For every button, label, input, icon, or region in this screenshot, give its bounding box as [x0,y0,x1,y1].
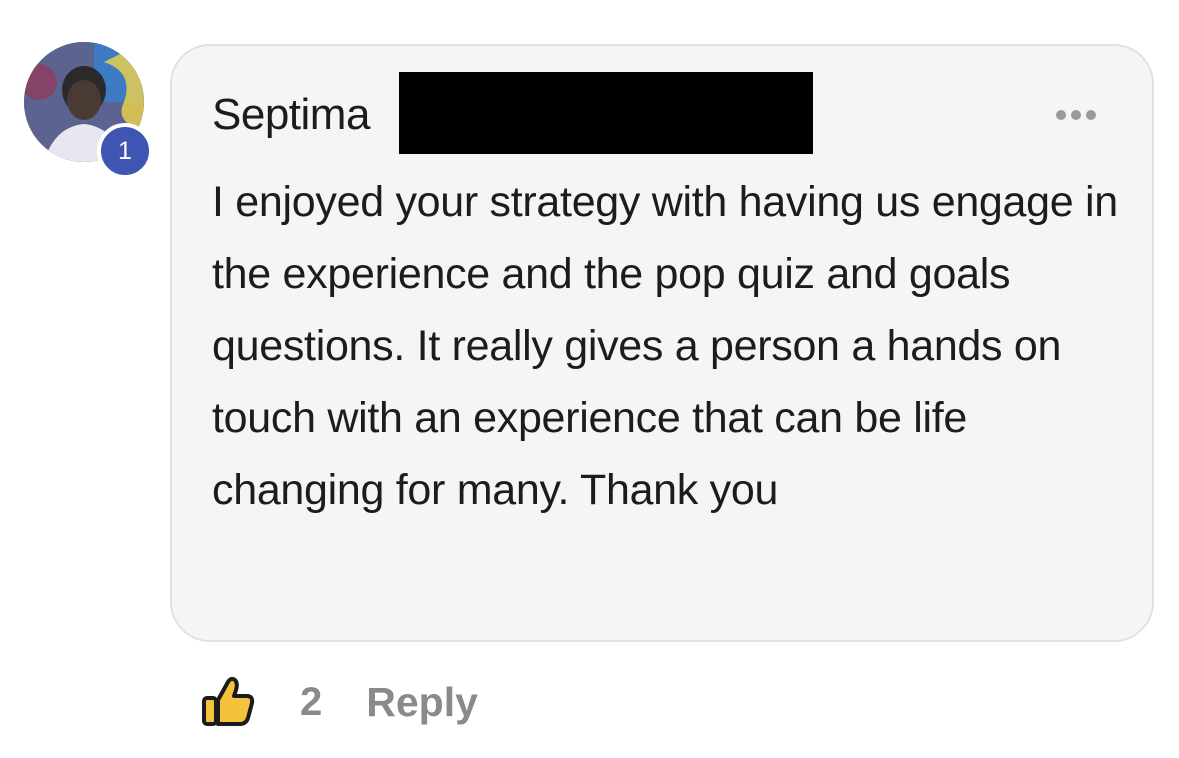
more-options-icon[interactable] [1056,110,1096,120]
comment-text: I enjoyed your strategy with having us e… [212,178,1118,514]
reply-button[interactable]: Reply [366,679,478,726]
thumbs-up-icon[interactable] [200,674,256,730]
redacted-name-block [399,72,813,154]
comment-bubble: Septima I enjoyed your strategy with hav… [170,44,1154,642]
like-count: 2 [300,679,323,724]
comment-actions: 2 Reply [200,672,478,732]
avatar-badge: 1 [97,123,153,179]
author-name[interactable]: Septima [212,90,370,140]
